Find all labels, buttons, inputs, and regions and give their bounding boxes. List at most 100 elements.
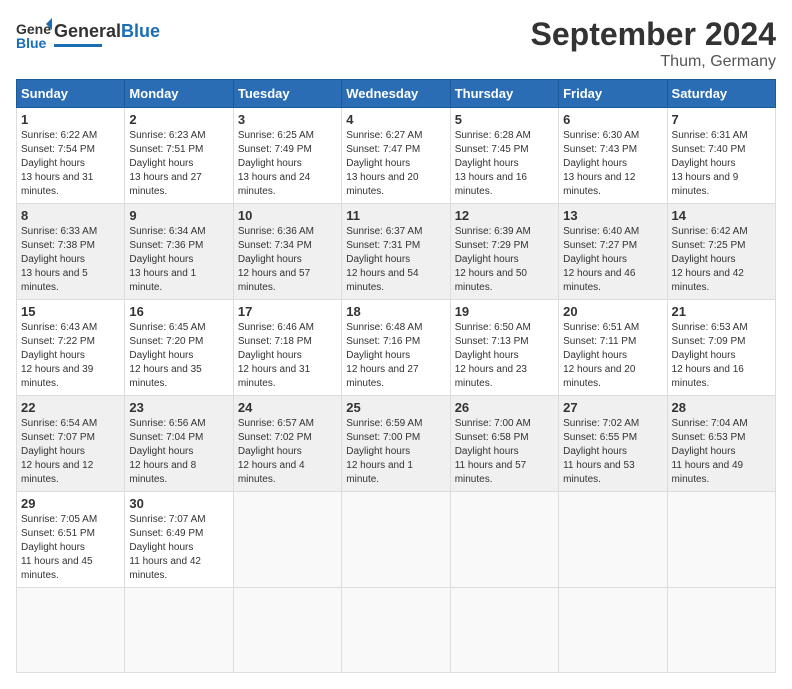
day-number: 16	[129, 304, 228, 319]
calendar-cell: 4 Sunrise: 6:27 AM Sunset: 7:47 PM Dayli…	[342, 108, 450, 204]
calendar-cell	[125, 588, 233, 673]
calendar-cell: 2 Sunrise: 6:23 AM Sunset: 7:51 PM Dayli…	[125, 108, 233, 204]
day-info: Sunrise: 6:28 AM Sunset: 7:45 PM Dayligh…	[455, 129, 554, 199]
calendar-cell	[559, 588, 667, 673]
calendar-cell: 30 Sunrise: 7:07 AM Sunset: 6:49 PM Dayl…	[125, 492, 233, 588]
day-info: Sunrise: 6:33 AM Sunset: 7:38 PM Dayligh…	[21, 225, 120, 295]
day-info: Sunrise: 6:53 AM Sunset: 7:09 PM Dayligh…	[672, 321, 771, 391]
day-info: Sunrise: 6:30 AM Sunset: 7:43 PM Dayligh…	[563, 129, 662, 199]
calendar-cell: 5 Sunrise: 6:28 AM Sunset: 7:45 PM Dayli…	[450, 108, 558, 204]
weekday-header-monday: Monday	[125, 80, 233, 108]
day-number: 20	[563, 304, 662, 319]
weekday-header-saturday: Saturday	[667, 80, 775, 108]
day-info: Sunrise: 6:50 AM Sunset: 7:13 PM Dayligh…	[455, 321, 554, 391]
calendar-cell: 25 Sunrise: 6:59 AM Sunset: 7:00 PM Dayl…	[342, 396, 450, 492]
day-number: 5	[455, 112, 554, 127]
logo: General Blue GeneralBlue	[16, 16, 160, 52]
calendar-cell: 16 Sunrise: 6:45 AM Sunset: 7:20 PM Dayl…	[125, 300, 233, 396]
svg-text:Blue: Blue	[16, 35, 47, 51]
calendar-cell: 15 Sunrise: 6:43 AM Sunset: 7:22 PM Dayl…	[17, 300, 125, 396]
day-info: Sunrise: 6:57 AM Sunset: 7:02 PM Dayligh…	[238, 417, 337, 487]
day-number: 30	[129, 496, 228, 511]
calendar-cell: 13 Sunrise: 6:40 AM Sunset: 7:27 PM Dayl…	[559, 204, 667, 300]
day-number: 2	[129, 112, 228, 127]
day-number: 21	[672, 304, 771, 319]
day-info: Sunrise: 6:43 AM Sunset: 7:22 PM Dayligh…	[21, 321, 120, 391]
calendar-cell	[667, 588, 775, 673]
calendar-cell: 14 Sunrise: 6:42 AM Sunset: 7:25 PM Dayl…	[667, 204, 775, 300]
calendar-cell: 10 Sunrise: 6:36 AM Sunset: 7:34 PM Dayl…	[233, 204, 341, 300]
day-info: Sunrise: 7:02 AM Sunset: 6:55 PM Dayligh…	[563, 417, 662, 487]
day-info: Sunrise: 7:04 AM Sunset: 6:53 PM Dayligh…	[672, 417, 771, 487]
day-number: 24	[238, 400, 337, 415]
day-info: Sunrise: 6:42 AM Sunset: 7:25 PM Dayligh…	[672, 225, 771, 295]
day-info: Sunrise: 6:31 AM Sunset: 7:40 PM Dayligh…	[672, 129, 771, 199]
day-info: Sunrise: 6:51 AM Sunset: 7:11 PM Dayligh…	[563, 321, 662, 391]
weekday-header-wednesday: Wednesday	[342, 80, 450, 108]
calendar-cell	[667, 492, 775, 588]
day-number: 6	[563, 112, 662, 127]
day-number: 11	[346, 208, 445, 223]
day-info: Sunrise: 7:00 AM Sunset: 6:58 PM Dayligh…	[455, 417, 554, 487]
page-header: General Blue GeneralBlue September 2024 …	[16, 16, 776, 71]
day-number: 10	[238, 208, 337, 223]
calendar-cell	[450, 492, 558, 588]
calendar-row: 15 Sunrise: 6:43 AM Sunset: 7:22 PM Dayl…	[17, 300, 776, 396]
calendar-cell: 9 Sunrise: 6:34 AM Sunset: 7:36 PM Dayli…	[125, 204, 233, 300]
day-info: Sunrise: 7:07 AM Sunset: 6:49 PM Dayligh…	[129, 513, 228, 583]
calendar-cell: 23 Sunrise: 6:56 AM Sunset: 7:04 PM Dayl…	[125, 396, 233, 492]
month-title: September 2024	[531, 16, 776, 53]
calendar-row: 1 Sunrise: 6:22 AM Sunset: 7:54 PM Dayli…	[17, 108, 776, 204]
day-number: 17	[238, 304, 337, 319]
day-info: Sunrise: 6:48 AM Sunset: 7:16 PM Dayligh…	[346, 321, 445, 391]
weekday-header-tuesday: Tuesday	[233, 80, 341, 108]
calendar-cell	[233, 492, 341, 588]
day-number: 25	[346, 400, 445, 415]
day-number: 3	[238, 112, 337, 127]
day-number: 1	[21, 112, 120, 127]
day-info: Sunrise: 6:36 AM Sunset: 7:34 PM Dayligh…	[238, 225, 337, 295]
day-info: Sunrise: 6:39 AM Sunset: 7:29 PM Dayligh…	[455, 225, 554, 295]
day-info: Sunrise: 6:45 AM Sunset: 7:20 PM Dayligh…	[129, 321, 228, 391]
day-number: 19	[455, 304, 554, 319]
day-number: 12	[455, 208, 554, 223]
day-number: 14	[672, 208, 771, 223]
weekday-header-friday: Friday	[559, 80, 667, 108]
calendar-cell	[342, 588, 450, 673]
calendar-cell: 19 Sunrise: 6:50 AM Sunset: 7:13 PM Dayl…	[450, 300, 558, 396]
day-number: 15	[21, 304, 120, 319]
weekday-header-row: SundayMondayTuesdayWednesdayThursdayFrid…	[17, 80, 776, 108]
calendar-cell: 12 Sunrise: 6:39 AM Sunset: 7:29 PM Dayl…	[450, 204, 558, 300]
calendar-cell	[342, 492, 450, 588]
calendar-cell: 29 Sunrise: 7:05 AM Sunset: 6:51 PM Dayl…	[17, 492, 125, 588]
weekday-header-thursday: Thursday	[450, 80, 558, 108]
day-number: 29	[21, 496, 120, 511]
day-info: Sunrise: 6:46 AM Sunset: 7:18 PM Dayligh…	[238, 321, 337, 391]
day-number: 7	[672, 112, 771, 127]
day-number: 9	[129, 208, 228, 223]
calendar-cell: 27 Sunrise: 7:02 AM Sunset: 6:55 PM Dayl…	[559, 396, 667, 492]
calendar-cell: 28 Sunrise: 7:04 AM Sunset: 6:53 PM Dayl…	[667, 396, 775, 492]
calendar-cell: 26 Sunrise: 7:00 AM Sunset: 6:58 PM Dayl…	[450, 396, 558, 492]
calendar-cell	[450, 588, 558, 673]
calendar-cell: 18 Sunrise: 6:48 AM Sunset: 7:16 PM Dayl…	[342, 300, 450, 396]
weekday-header-sunday: Sunday	[17, 80, 125, 108]
calendar-cell: 20 Sunrise: 6:51 AM Sunset: 7:11 PM Dayl…	[559, 300, 667, 396]
day-info: Sunrise: 7:05 AM Sunset: 6:51 PM Dayligh…	[21, 513, 120, 583]
calendar-row: 8 Sunrise: 6:33 AM Sunset: 7:38 PM Dayli…	[17, 204, 776, 300]
day-info: Sunrise: 6:34 AM Sunset: 7:36 PM Dayligh…	[129, 225, 228, 295]
title-block: September 2024 Thum, Germany	[531, 16, 776, 71]
day-number: 27	[563, 400, 662, 415]
calendar-cell: 3 Sunrise: 6:25 AM Sunset: 7:49 PM Dayli…	[233, 108, 341, 204]
calendar-cell: 7 Sunrise: 6:31 AM Sunset: 7:40 PM Dayli…	[667, 108, 775, 204]
calendar-cell	[17, 588, 125, 673]
day-info: Sunrise: 6:23 AM Sunset: 7:51 PM Dayligh…	[129, 129, 228, 199]
day-info: Sunrise: 6:27 AM Sunset: 7:47 PM Dayligh…	[346, 129, 445, 199]
calendar-row	[17, 588, 776, 673]
calendar-cell	[559, 492, 667, 588]
calendar-table: SundayMondayTuesdayWednesdayThursdayFrid…	[16, 79, 776, 673]
logo-icon: General Blue	[16, 16, 52, 52]
calendar-row: 22 Sunrise: 6:54 AM Sunset: 7:07 PM Dayl…	[17, 396, 776, 492]
day-number: 26	[455, 400, 554, 415]
day-number: 8	[21, 208, 120, 223]
